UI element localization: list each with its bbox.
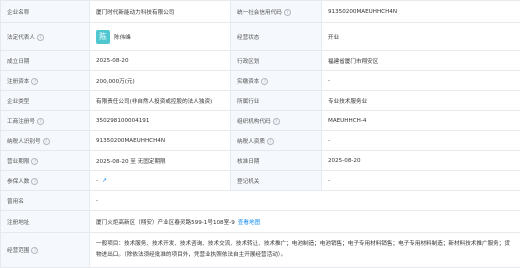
credit-code-value: 91350200MAEUHHCH4N bbox=[322, 1, 520, 23]
address-value: 厦门火炬高新区（翔安）产业区春灵路599-1号108室-9查看地图 bbox=[90, 211, 520, 233]
org-code-label: 组织机构代码? bbox=[231, 111, 322, 131]
paid-capital-label-text: 实缴资本 bbox=[237, 79, 259, 85]
legal-rep-label-text: 法定代表人 bbox=[7, 35, 35, 41]
paid-capital-value: - bbox=[322, 71, 520, 91]
company-type-label: 企业类型 bbox=[1, 91, 90, 111]
company-name-label: 企业名称 bbox=[1, 1, 90, 23]
taxpayer-id-label: 纳税人识别号? bbox=[1, 131, 90, 151]
address-label: 注册地址 bbox=[1, 211, 90, 233]
table-row: 企业名称 厦门时代新能动力科技有限公司 统一社会信用代码? 91350200MA… bbox=[1, 1, 520, 23]
taxpayer-id-label-text: 纳税人识别号 bbox=[7, 139, 41, 145]
question-circle-icon[interactable]: ? bbox=[261, 78, 268, 85]
view-map-link[interactable]: 查看地图 bbox=[238, 220, 260, 226]
business-period-value: 2025-08-20 至 无固定期限 bbox=[90, 151, 231, 171]
paid-capital-label: 实缴资本? bbox=[231, 71, 322, 91]
taxpayer-qual-value: - bbox=[322, 131, 520, 151]
business-scope-label: 经营范围? bbox=[1, 233, 90, 268]
question-circle-icon[interactable]: ? bbox=[273, 118, 280, 125]
reg-no-value: 350298100004191 bbox=[90, 111, 231, 131]
taxpayer-qual-label-text: 纳税人资质 bbox=[237, 139, 265, 145]
table-row: 成立日期 2025-08-20 行政区划 福建省厦门市翔安区 bbox=[1, 51, 520, 71]
taxpayer-qual-label: 纳税人资质? bbox=[231, 131, 322, 151]
question-circle-icon[interactable]: ? bbox=[267, 138, 274, 145]
established-value: 2025-08-20 bbox=[90, 51, 231, 71]
company-info-table: 企业名称 厦门时代新能动力科技有限公司 统一社会信用代码? 91350200MA… bbox=[0, 0, 520, 268]
table-row: 经营范围? 一般项目：技术服务、技术开发、技术咨询、技术交流、技术转让、技术推广… bbox=[1, 233, 520, 268]
table-row: 注册地址 厦门火炬高新区（翔安）产业区春灵路599-1号108室-9查看地图 bbox=[1, 211, 520, 233]
insured-count-text: - bbox=[96, 178, 98, 184]
legal-rep-value: 陈陈伟峰 bbox=[90, 23, 231, 51]
credit-code-label-text: 统一社会信用代码 bbox=[237, 10, 282, 16]
table-row: 工商注册号? 350298100004191 组织机构代码? MAEUHHCH-… bbox=[1, 111, 520, 131]
address-text: 厦门火炬高新区（翔安）产业区春灵路599-1号108室-9 bbox=[96, 220, 235, 226]
industry-label: 所属行业 bbox=[231, 91, 322, 111]
avatar[interactable]: 陈 bbox=[96, 30, 110, 44]
approved-date-value: 2025-08-20 bbox=[322, 151, 520, 171]
district-label: 行政区划 bbox=[231, 51, 322, 71]
question-circle-icon[interactable]: ? bbox=[31, 78, 38, 85]
reg-authority-value: - bbox=[322, 171, 520, 191]
table-row: 曾用名 - bbox=[1, 191, 520, 211]
insured-count-label: 参保人数? bbox=[1, 171, 90, 191]
trend-chart-icon[interactable]: ↗ bbox=[102, 177, 107, 184]
status-label: 经营状态 bbox=[231, 23, 322, 51]
org-code-value: MAEUHHCH-4 bbox=[322, 111, 520, 131]
question-circle-icon[interactable]: ? bbox=[31, 247, 38, 254]
established-label: 成立日期 bbox=[1, 51, 90, 71]
question-circle-icon[interactable]: ? bbox=[37, 34, 44, 41]
table-row: 营业期限? 2025-08-20 至 无固定期限 核准日期 2025-08-20 bbox=[1, 151, 520, 171]
credit-code-label: 统一社会信用代码? bbox=[231, 1, 322, 23]
insured-count-value: -↗ bbox=[90, 171, 231, 191]
legal-rep-name[interactable]: 陈伟峰 bbox=[114, 35, 131, 41]
reg-capital-label: 注册资本? bbox=[1, 71, 90, 91]
org-code-label-text: 组织机构代码 bbox=[237, 119, 271, 125]
question-circle-icon[interactable]: ? bbox=[43, 138, 50, 145]
insured-count-label-text: 参保人数 bbox=[7, 179, 29, 185]
question-circle-icon[interactable]: ? bbox=[31, 158, 38, 165]
reg-capital-label-text: 注册资本 bbox=[7, 79, 29, 85]
business-period-label-text: 营业期限 bbox=[7, 159, 29, 165]
business-scope-label-text: 经营范围 bbox=[7, 248, 29, 254]
industry-value: 专业技术服务业 bbox=[322, 91, 520, 111]
reg-authority-label: 登记机关 bbox=[231, 171, 322, 191]
question-circle-icon[interactable]: ? bbox=[37, 118, 44, 125]
reg-no-label: 工商注册号? bbox=[1, 111, 90, 131]
taxpayer-id-value: 91350200MAEUHHCH4N bbox=[90, 131, 231, 151]
table-row: 注册资本? 200,000万(元) 实缴资本? - bbox=[1, 71, 520, 91]
question-circle-icon[interactable]: ? bbox=[31, 178, 38, 185]
legal-rep-label: 法定代表人? bbox=[1, 23, 90, 51]
table-row: 企业类型 有限责任公司(非自然人投资或控股的法人独资) 所属行业 专业技术服务业 bbox=[1, 91, 520, 111]
former-name-label: 曾用名 bbox=[1, 191, 90, 211]
reg-no-label-text: 工商注册号 bbox=[7, 119, 35, 125]
business-period-label: 营业期限? bbox=[1, 151, 90, 171]
business-scope-value: 一般项目：技术服务、技术开发、技术咨询、技术交流、技术转让、技术推广；电池制造；… bbox=[90, 233, 520, 268]
approved-date-label: 核准日期 bbox=[231, 151, 322, 171]
table-row: 参保人数? -↗ 登记机关 - bbox=[1, 171, 520, 191]
table-row: 法定代表人? 陈陈伟峰 经营状态 开业 bbox=[1, 23, 520, 51]
status-value: 开业 bbox=[322, 23, 520, 51]
table-row: 纳税人识别号? 91350200MAEUHHCH4N 纳税人资质? - bbox=[1, 131, 520, 151]
former-name-value: - bbox=[90, 191, 520, 211]
company-name-value: 厦门时代新能动力科技有限公司 bbox=[90, 1, 231, 23]
district-value: 福建省厦门市翔安区 bbox=[322, 51, 520, 71]
question-circle-icon[interactable]: ? bbox=[284, 9, 291, 16]
reg-capital-value: 200,000万(元) bbox=[90, 71, 231, 91]
company-type-value: 有限责任公司(非自然人投资或控股的法人独资) bbox=[90, 91, 231, 111]
